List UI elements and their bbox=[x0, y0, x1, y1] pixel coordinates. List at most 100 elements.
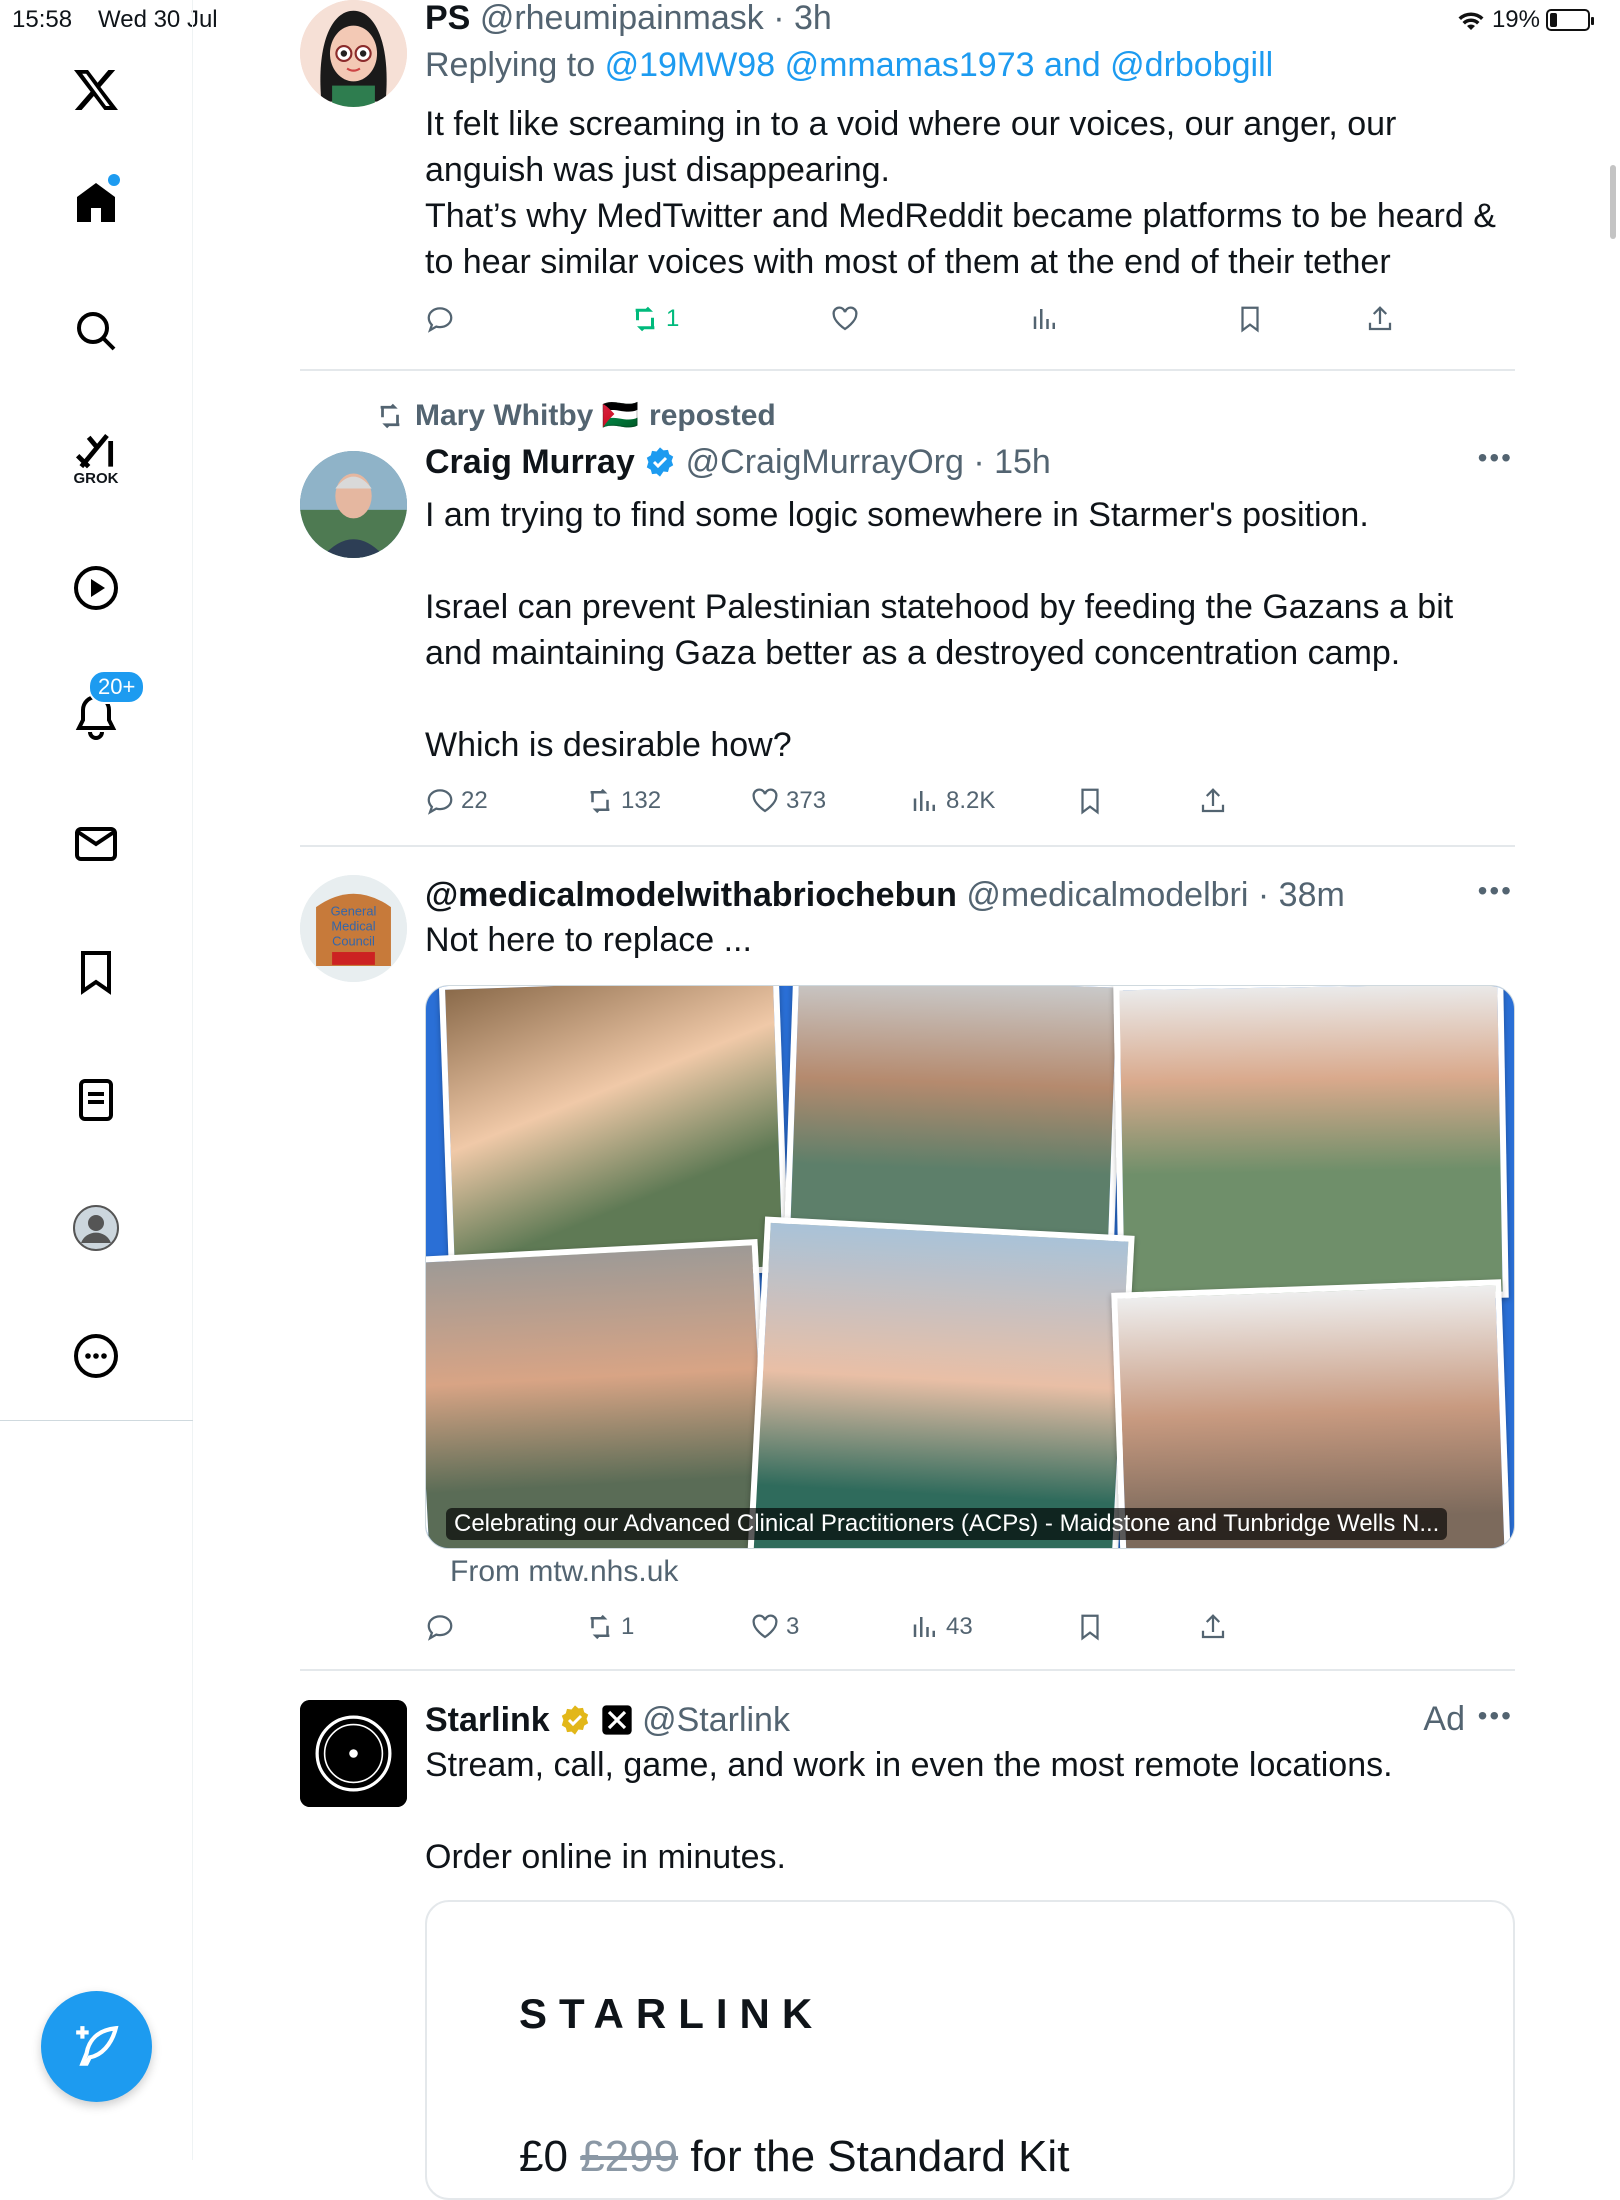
ad-label: Ad bbox=[1423, 1700, 1465, 1738]
views-button[interactable]: 43 bbox=[910, 1612, 973, 1642]
author-handle[interactable]: @CraigMurrayOrg bbox=[686, 443, 964, 481]
status-right: 19% bbox=[1456, 6, 1594, 34]
photo-clinician-5 bbox=[747, 1216, 1135, 1548]
tweet-text: I am trying to find some logic somewhere… bbox=[425, 492, 1525, 768]
more-options-icon[interactable]: ••• bbox=[1478, 1700, 1513, 1732]
share-icon bbox=[1201, 1614, 1225, 1639]
reply-and: and bbox=[1043, 46, 1101, 84]
avatar[interactable] bbox=[300, 451, 407, 558]
like-button[interactable]: 373 bbox=[750, 786, 826, 816]
bookmarks-icon[interactable] bbox=[60, 936, 132, 1008]
photo-clinician-4 bbox=[426, 1239, 775, 1548]
tweet-header: PS @rheumipainmask · 3h bbox=[425, 0, 832, 37]
reply-icon bbox=[427, 789, 453, 815]
price-description: for the Standard Kit bbox=[690, 2132, 1070, 2181]
compose-post-button[interactable] bbox=[41, 1991, 152, 2102]
gold-verified-badge-icon bbox=[561, 1705, 589, 1735]
lists-icon[interactable] bbox=[60, 1064, 132, 1136]
text-line: Order online in minutes. bbox=[425, 1838, 786, 1876]
search-icon[interactable] bbox=[60, 295, 132, 367]
more-options-icon[interactable] bbox=[60, 1320, 132, 1392]
tweet-time[interactable]: 15h bbox=[994, 443, 1051, 481]
reply-icon bbox=[427, 307, 453, 333]
repost-button[interactable]: 132 bbox=[585, 786, 661, 816]
media-link-card[interactable]: Celebrating our Advanced Clinical Practi… bbox=[425, 985, 1515, 1549]
price-now: £0 bbox=[519, 2132, 568, 2181]
author-name[interactable]: Starlink bbox=[425, 1701, 550, 1739]
like-button[interactable]: 3 bbox=[750, 1612, 799, 1642]
repost-button[interactable]: 1 bbox=[630, 304, 679, 334]
share-button[interactable] bbox=[1198, 1612, 1228, 1642]
reposted-by[interactable]: Mary Whitby 🇵🇸 reposted bbox=[375, 398, 776, 433]
view-count: 8.2K bbox=[946, 787, 996, 814]
bookmark-button[interactable] bbox=[1075, 786, 1105, 816]
grok-icon[interactable]: GROK bbox=[60, 422, 132, 494]
author-handle[interactable]: @Starlink bbox=[642, 1701, 790, 1739]
ad-price: £0 £299 for the Standard Kit bbox=[519, 2132, 1069, 2182]
messages-icon[interactable] bbox=[60, 808, 132, 880]
author-name[interactable]: @medicalmodelwithabriochebun bbox=[425, 876, 957, 914]
home-unread-dot bbox=[108, 174, 120, 186]
share-button[interactable] bbox=[1198, 786, 1228, 816]
link-source[interactable]: From mtw.nhs.uk bbox=[450, 1555, 678, 1589]
tweet-time[interactable]: 3h bbox=[794, 0, 832, 37]
battery-icon bbox=[1546, 9, 1594, 31]
repost-count: 1 bbox=[621, 1613, 635, 1640]
like-button[interactable] bbox=[830, 304, 860, 334]
reply-mentions[interactable]: @19MW98 @mmamas1973 bbox=[605, 46, 1035, 84]
views-button[interactable] bbox=[1030, 304, 1060, 334]
reply-button[interactable] bbox=[425, 1612, 455, 1642]
reposted-label: reposted bbox=[649, 398, 776, 432]
views-chart-icon bbox=[913, 1617, 935, 1637]
text-line: I am trying to find some logic somewhere… bbox=[425, 496, 1369, 534]
profile-avatar-icon[interactable] bbox=[60, 1192, 132, 1264]
price-old: £299 bbox=[580, 2132, 679, 2181]
home-icon[interactable] bbox=[60, 166, 132, 238]
bookmark-button[interactable] bbox=[1235, 304, 1265, 334]
text-line: Which is desirable how? bbox=[425, 726, 792, 764]
repost-button[interactable]: 1 bbox=[585, 1612, 634, 1642]
reply-context: Replying to @19MW98 @mmamas1973 and @drb… bbox=[425, 45, 1273, 85]
notifications-bell-icon[interactable]: 20+ bbox=[60, 670, 146, 752]
author-handle[interactable]: @medicalmodelbri bbox=[966, 876, 1248, 914]
reply-icon bbox=[427, 1615, 453, 1641]
feather-plus-icon bbox=[75, 2025, 118, 2066]
author-name[interactable]: PS bbox=[425, 0, 470, 37]
reply-button[interactable] bbox=[425, 304, 455, 334]
more-options-icon[interactable]: ••• bbox=[1478, 875, 1513, 907]
repost-icon bbox=[590, 788, 610, 814]
avatar[interactable] bbox=[300, 1700, 407, 1807]
tweet-header: @medicalmodelwithabriochebun @medicalmod… bbox=[425, 876, 1345, 914]
tweet-divider bbox=[300, 845, 1515, 847]
bookmark-button[interactable] bbox=[1075, 1612, 1105, 1642]
video-icon[interactable] bbox=[60, 552, 132, 624]
text-line: to hear similar voices with most of them… bbox=[425, 243, 1391, 281]
views-chart-icon bbox=[1033, 309, 1055, 329]
avatar[interactable] bbox=[300, 0, 407, 107]
reply-button[interactable]: 22 bbox=[425, 786, 488, 816]
tweet-actions: 1 3 43 bbox=[425, 1612, 1515, 1648]
reply-mention-last[interactable]: @drbobgill bbox=[1110, 46, 1273, 84]
share-icon bbox=[1368, 306, 1392, 331]
ad-card[interactable]: STARLINK £0 £299 for the Standard Kit bbox=[425, 1900, 1515, 2200]
tweet-text: It felt like screaming in to a void wher… bbox=[425, 101, 1525, 285]
share-button[interactable] bbox=[1365, 304, 1395, 334]
text-line: Stream, call, game, and work in even the… bbox=[425, 1746, 1393, 1784]
sidebar: GROK 20+ bbox=[0, 0, 193, 2160]
avatar[interactable]: General Medical Council bbox=[300, 875, 407, 982]
text-line: It felt like screaming in to a void wher… bbox=[425, 105, 1397, 143]
text-line: Israel can prevent Palestinian statehood… bbox=[425, 588, 1454, 626]
scrollbar[interactable] bbox=[1610, 165, 1616, 239]
x-logo-icon[interactable] bbox=[60, 54, 132, 126]
tweet-time[interactable]: 38m bbox=[1279, 876, 1345, 914]
view-count: 43 bbox=[946, 1613, 973, 1640]
views-button[interactable]: 8.2K bbox=[910, 786, 995, 816]
reply-count: 22 bbox=[461, 787, 488, 814]
author-name[interactable]: Craig Murray bbox=[425, 443, 635, 481]
more-options-icon[interactable]: ••• bbox=[1478, 442, 1513, 474]
repost-count: 1 bbox=[666, 305, 680, 332]
tweet-actions: 1 bbox=[425, 304, 1515, 340]
notifications-badge: 20+ bbox=[88, 670, 146, 704]
tweet-text: Stream, call, game, and work in even the… bbox=[425, 1742, 1525, 1880]
author-handle[interactable]: @rheumipainmask bbox=[480, 0, 764, 37]
